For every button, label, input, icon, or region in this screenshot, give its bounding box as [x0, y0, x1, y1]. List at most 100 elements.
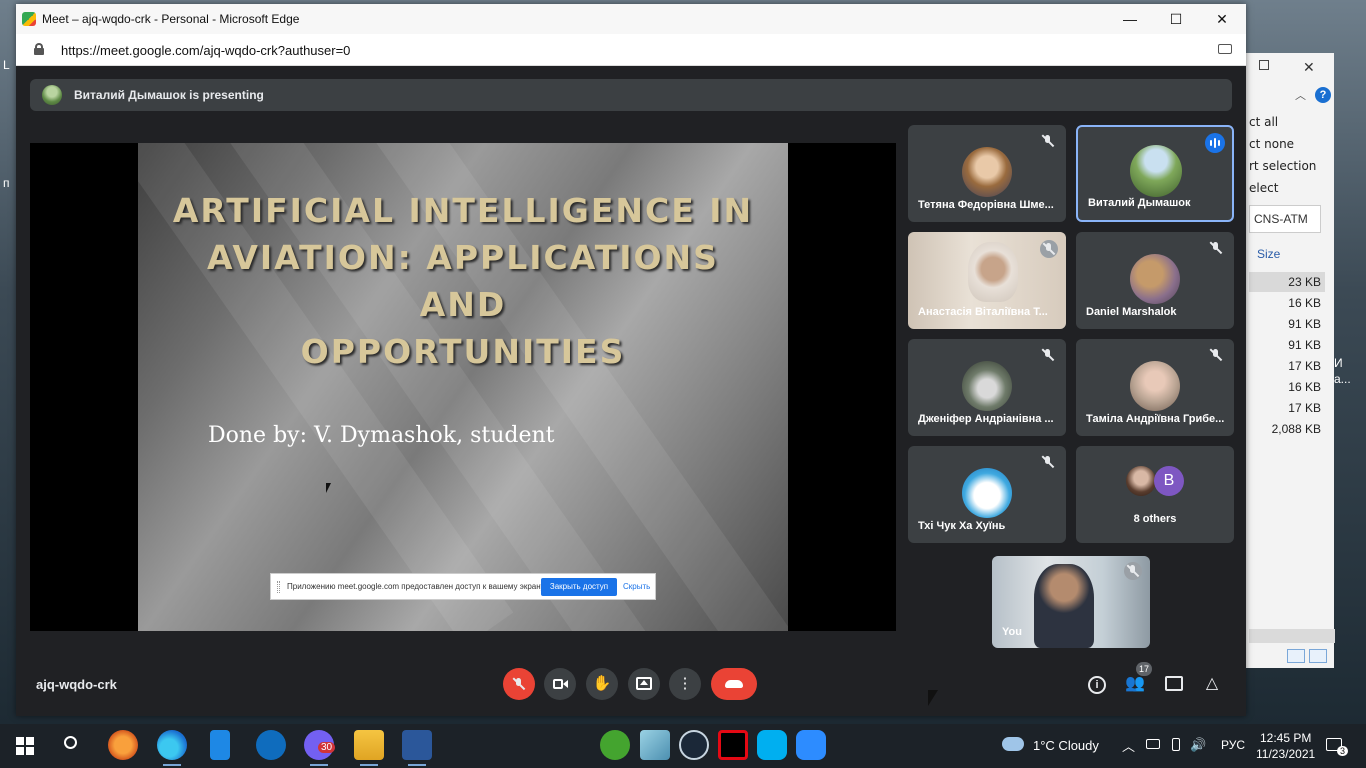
file-size-cell[interactable]: 16 KB: [1249, 377, 1325, 397]
select-none-command[interactable]: ct none: [1249, 137, 1294, 151]
screen-share-notice: Приложению meet.google.com предоставлен …: [270, 573, 656, 600]
chevron-up-icon[interactable]: ︿: [1122, 736, 1135, 755]
participant-name: Тхі Чук Ха Хуїнь: [918, 520, 1006, 532]
utorrent-icon[interactable]: [600, 730, 630, 760]
chromium-browser-icon[interactable]: [108, 730, 138, 760]
participant-tile[interactable]: Анастасія Віталіївна Т...: [908, 232, 1066, 329]
slide-subtitle: Done by: V. Dymashok, student: [208, 423, 555, 448]
horizontal-scrollbar[interactable]: [1249, 629, 1335, 643]
minimize-button[interactable]: —: [1115, 9, 1145, 29]
network-app-icon[interactable]: [256, 730, 286, 760]
file-size-cell[interactable]: 2,088 KB: [1249, 419, 1325, 439]
people-count-badge: 17: [1136, 662, 1152, 676]
zoom-icon[interactable]: [796, 730, 826, 760]
file-size-cell[interactable]: 91 KB: [1249, 314, 1325, 334]
store-icon[interactable]: [210, 730, 230, 760]
participant-tile[interactable]: Тхі Чук Ха Хуїнь: [908, 446, 1066, 543]
help-icon[interactable]: ?: [1315, 87, 1331, 103]
invert-selection-command[interactable]: rt selection: [1249, 159, 1316, 173]
desktop-text: п: [3, 176, 10, 190]
file-size-cell[interactable]: 91 KB: [1249, 335, 1325, 355]
language-indicator[interactable]: РУС: [1221, 738, 1245, 752]
battery-icon[interactable]: [1172, 738, 1180, 751]
camera-toggle-button[interactable]: [544, 668, 576, 700]
file-explorer-icon[interactable]: [354, 730, 384, 766]
participant-tile[interactable]: Таміла Андріївна Грибе...: [1076, 339, 1234, 436]
google-meet-icon: [22, 12, 36, 26]
file-size-cell[interactable]: 17 KB: [1249, 356, 1325, 376]
info-icon: i: [1088, 676, 1106, 694]
self-tile[interactable]: You: [992, 556, 1150, 648]
file-size-cell[interactable]: 23 KB: [1249, 272, 1325, 292]
search-path-field[interactable]: CNS-ATM: [1249, 205, 1321, 233]
volume-icon[interactable]: 🔊: [1190, 737, 1206, 753]
stop-sharing-button[interactable]: Закрыть доступ: [541, 578, 617, 596]
file-size-cell[interactable]: 17 KB: [1249, 398, 1325, 418]
mic-off-icon: [1040, 454, 1056, 470]
cloud-icon: [1002, 737, 1024, 751]
close-button[interactable]: ✕: [1207, 9, 1237, 29]
size-column-header[interactable]: Size: [1257, 247, 1280, 261]
browser-window: Meet – ajq-wqdo-crk - Personal - Microso…: [16, 4, 1246, 716]
speaking-indicator-icon: [1205, 133, 1225, 153]
presenting-banner: Виталий Дымашок is presenting: [30, 79, 1232, 111]
file-size-cell[interactable]: 16 KB: [1249, 293, 1325, 313]
maximize-button[interactable]: ☐: [1161, 9, 1191, 29]
url-text[interactable]: https://meet.google.com/ajq-wqdo-crk?aut…: [61, 43, 350, 58]
camera-permission-icon[interactable]: [1218, 44, 1232, 54]
hide-link[interactable]: Скрыть: [623, 582, 650, 591]
notes-app-icon[interactable]: [640, 730, 670, 760]
close-icon[interactable]: ✕: [1303, 59, 1315, 76]
avatar: [42, 85, 62, 105]
camera-icon: [553, 679, 563, 689]
maximize-icon[interactable]: [1259, 60, 1269, 70]
edge-icon[interactable]: [157, 730, 187, 766]
skype-icon[interactable]: [757, 730, 787, 760]
more-options-button[interactable]: ⋮: [669, 668, 701, 700]
steam-icon[interactable]: [679, 730, 709, 760]
clock-time[interactable]: 12:45 PM: [1260, 731, 1311, 745]
netflix-icon[interactable]: [718, 730, 748, 760]
weather-text[interactable]: 1°C Cloudy: [1033, 738, 1099, 753]
avatar: [1130, 145, 1182, 197]
word-icon[interactable]: [402, 730, 432, 766]
leave-call-button[interactable]: [711, 668, 757, 700]
chevron-up-icon[interactable]: ︿: [1295, 87, 1306, 103]
desktop-text: а...: [1334, 372, 1351, 386]
drag-handle[interactable]: [277, 581, 280, 593]
select-command[interactable]: elect: [1249, 181, 1278, 195]
cursor-icon: [928, 690, 938, 706]
lock-icon[interactable]: [34, 43, 44, 55]
slide-title-line: AND: [419, 285, 507, 324]
mic-off-icon: [1040, 240, 1058, 258]
participant-tile[interactable]: Тетяна Федорівна Шме...: [908, 125, 1066, 222]
address-bar[interactable]: https://meet.google.com/ajq-wqdo-crk?aut…: [16, 34, 1246, 66]
chat-button[interactable]: [1162, 672, 1186, 696]
clock-date[interactable]: 11/23/2021: [1256, 747, 1315, 761]
slide-title-line: OPPORTUNITIES: [300, 332, 626, 371]
shared-screen: ARTIFICIAL INTELLIGENCE IN AVIATION: APP…: [30, 143, 896, 631]
select-all-command[interactable]: ct all: [1249, 115, 1278, 129]
mic-toggle-button[interactable]: [503, 668, 535, 700]
avatar: [968, 242, 1018, 302]
presenting-text: Виталий Дымашок is presenting: [74, 88, 264, 102]
activities-button[interactable]: △: [1200, 672, 1224, 696]
search-icon[interactable]: [64, 736, 77, 749]
participant-tile[interactable]: Daniel Marshalok: [1076, 232, 1234, 329]
present-screen-button[interactable]: [628, 668, 660, 700]
others-tile[interactable]: B 8 others: [1076, 446, 1234, 543]
participant-tile[interactable]: Виталий Дымашок: [1076, 125, 1234, 222]
avatar: [1130, 361, 1180, 411]
slide-title-line: AVIATION: APPLICATIONS: [207, 238, 719, 277]
info-button[interactable]: i: [1085, 672, 1109, 696]
network-icon[interactable]: [1146, 739, 1160, 749]
presentation-slide: ARTIFICIAL INTELLIGENCE IN AVIATION: APP…: [138, 143, 788, 631]
windows-start-icon[interactable]: [16, 737, 34, 755]
participant-tile[interactable]: Дженіфер Андріанівна ...: [908, 339, 1066, 436]
details-view-icon[interactable]: [1287, 649, 1305, 663]
raise-hand-button[interactable]: ✋: [586, 668, 618, 700]
self-name: You: [1002, 626, 1022, 638]
file-explorer-window[interactable]: ✕ ︿ ? ct all ct none rt selection elect …: [1236, 53, 1335, 668]
desktop-text: И: [1334, 356, 1343, 370]
large-icons-view-icon[interactable]: [1309, 649, 1327, 663]
